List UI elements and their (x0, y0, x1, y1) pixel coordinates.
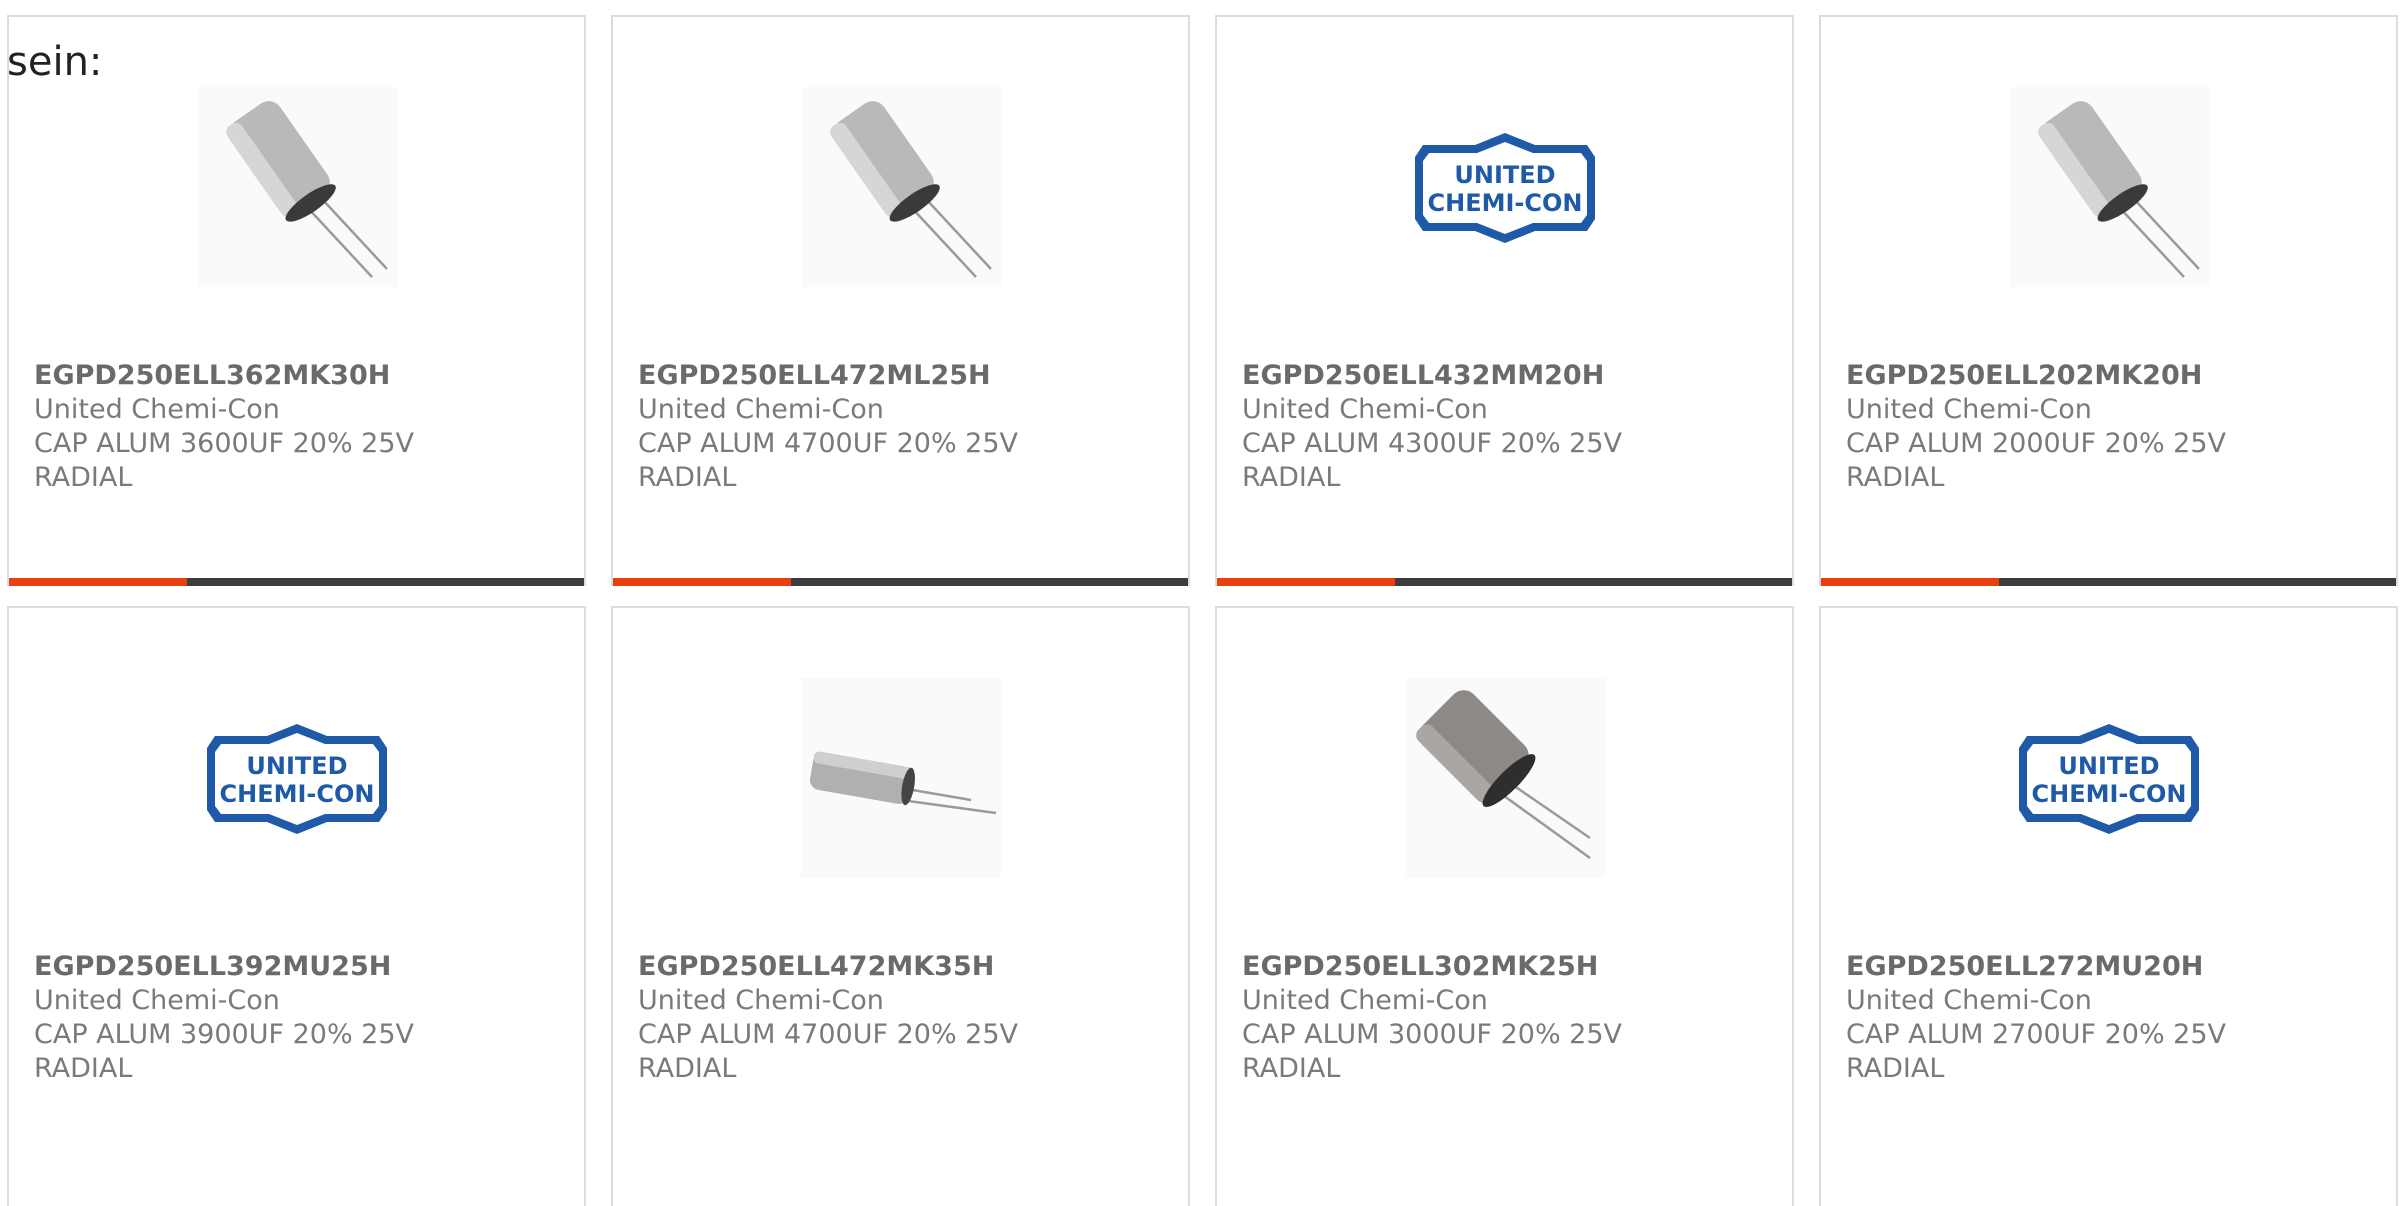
product-image[interactable] (800, 87, 1001, 287)
manufacturer-label: United Chemi-Con (34, 985, 280, 1016)
manufacturer-label: United Chemi-Con (1846, 985, 2092, 1016)
product-info: EGPD250ELL472MK35H United Chemi-Con CAP … (638, 950, 1168, 1086)
united-chemi-con-logo: UNITEDCHEMI-CON (1414, 133, 1595, 243)
capacitor-upright-icon (2037, 101, 2200, 278)
description-label: CAP ALUM 3600UF 20% 25V (34, 428, 415, 459)
product-image[interactable] (800, 678, 1001, 878)
svg-text:CHEMI-CON: CHEMI-CON (2031, 780, 2186, 808)
package-label: RADIAL (1242, 462, 1341, 493)
manufacturer-label: United Chemi-Con (638, 985, 884, 1016)
capacitor-upright-icon (829, 101, 992, 278)
product-card[interactable]: UNITED CHEMI-CON EGPD250ELL392MU25H Unite… (7, 606, 586, 1206)
svg-text:UNITED: UNITED (246, 752, 347, 780)
capacitor-lying-icon (809, 751, 996, 815)
package-label: RADIAL (1846, 1053, 1945, 1084)
product-info: EGPD250ELL302MK25H United Chemi-Con CAP … (1242, 950, 1772, 1086)
product-image[interactable]: UNITED CHEMI-CON (2008, 678, 2209, 878)
progress-fill (1821, 578, 2000, 586)
united-chemi-con-logo: UNITEDCHEMI-CON (206, 724, 387, 834)
manufacturer-label: United Chemi-Con (1242, 394, 1488, 425)
product-card[interactable]: UNITED CHEMI-CON EGPD250ELL272MU20H Unite… (1819, 606, 2398, 1206)
svg-text:UNITED: UNITED (2058, 752, 2159, 780)
product-card[interactable]: UNITED CHEMI-CON EGPD250ELL432MM20H Unite… (1215, 15, 1794, 586)
package-label: RADIAL (1242, 1053, 1341, 1084)
product-info: EGPD250ELL392MU25H United Chemi-Con CAP … (34, 950, 564, 1086)
svg-text:UNITED: UNITED (1454, 161, 1555, 189)
product-image[interactable] (2008, 87, 2209, 287)
package-label: RADIAL (638, 462, 737, 493)
capacitor-dark-icon (1415, 690, 1591, 860)
progress-bar (613, 578, 1188, 586)
product-image[interactable] (196, 87, 397, 287)
intro-text: sein: (7, 39, 103, 85)
description-label: CAP ALUM 4700UF 20% 25V (638, 428, 1019, 459)
part-number-link[interactable]: EGPD250ELL202MK20H (1846, 359, 2376, 393)
progress-fill (613, 578, 792, 586)
united-chemi-con-logo: UNITEDCHEMI-CON (2018, 724, 2199, 834)
part-number-link[interactable]: EGPD250ELL432MM20H (1242, 359, 1772, 393)
progress-fill (9, 578, 188, 586)
part-number-link[interactable]: EGPD250ELL472MK35H (638, 950, 1168, 984)
manufacturer-label: United Chemi-Con (1242, 985, 1488, 1016)
description-label: CAP ALUM 2700UF 20% 25V (1846, 1019, 2227, 1050)
manufacturer-label: United Chemi-Con (34, 394, 280, 425)
progress-bar (1217, 578, 1792, 586)
progress-bar (1821, 578, 2396, 586)
svg-text:CHEMI-CON: CHEMI-CON (1427, 189, 1582, 217)
progress-fill (1217, 578, 1396, 586)
progress-bar (9, 578, 584, 586)
package-label: RADIAL (34, 1053, 133, 1084)
description-label: CAP ALUM 4300UF 20% 25V (1242, 428, 1623, 459)
svg-text:CHEMI-CON: CHEMI-CON (219, 780, 374, 808)
product-image[interactable] (1404, 678, 1605, 878)
product-image[interactable]: UNITED CHEMI-CON (196, 678, 397, 878)
product-card[interactable]: EGPD250ELL362MK30H United Chemi-Con CAP … (7, 15, 586, 586)
product-card[interactable]: EGPD250ELL472ML25H United Chemi-Con CAP … (611, 15, 1190, 586)
product-card[interactable]: EGPD250ELL202MK20H United Chemi-Con CAP … (1819, 15, 2398, 586)
product-info: EGPD250ELL272MU20H United Chemi-Con CAP … (1846, 950, 2376, 1086)
capacitor-upright-icon (225, 101, 388, 278)
manufacturer-label: United Chemi-Con (1846, 394, 2092, 425)
product-card[interactable]: EGPD250ELL472MK35H United Chemi-Con CAP … (611, 606, 1190, 1206)
package-label: RADIAL (638, 1053, 737, 1084)
product-info: EGPD250ELL202MK20H United Chemi-Con CAP … (1846, 359, 2376, 495)
product-info: EGPD250ELL362MK30H United Chemi-Con CAP … (34, 359, 564, 495)
description-label: CAP ALUM 4700UF 20% 25V (638, 1019, 1019, 1050)
product-image[interactable]: UNITED CHEMI-CON (1404, 87, 1605, 287)
package-label: RADIAL (1846, 462, 1945, 493)
product-grid: EGPD250ELL362MK30H United Chemi-Con CAP … (7, 15, 2400, 1206)
part-number-link[interactable]: EGPD250ELL362MK30H (34, 359, 564, 393)
product-info: EGPD250ELL432MM20H United Chemi-Con CAP … (1242, 359, 1772, 495)
part-number-link[interactable]: EGPD250ELL392MU25H (34, 950, 564, 984)
part-number-link[interactable]: EGPD250ELL272MU20H (1846, 950, 2376, 984)
package-label: RADIAL (34, 462, 133, 493)
product-card[interactable]: EGPD250ELL302MK25H United Chemi-Con CAP … (1215, 606, 1794, 1206)
part-number-link[interactable]: EGPD250ELL302MK25H (1242, 950, 1772, 984)
manufacturer-label: United Chemi-Con (638, 394, 884, 425)
part-number-link[interactable]: EGPD250ELL472ML25H (638, 359, 1168, 393)
description-label: CAP ALUM 3000UF 20% 25V (1242, 1019, 1623, 1050)
product-info: EGPD250ELL472ML25H United Chemi-Con CAP … (638, 359, 1168, 495)
description-label: CAP ALUM 2000UF 20% 25V (1846, 428, 2227, 459)
description-label: CAP ALUM 3900UF 20% 25V (34, 1019, 415, 1050)
